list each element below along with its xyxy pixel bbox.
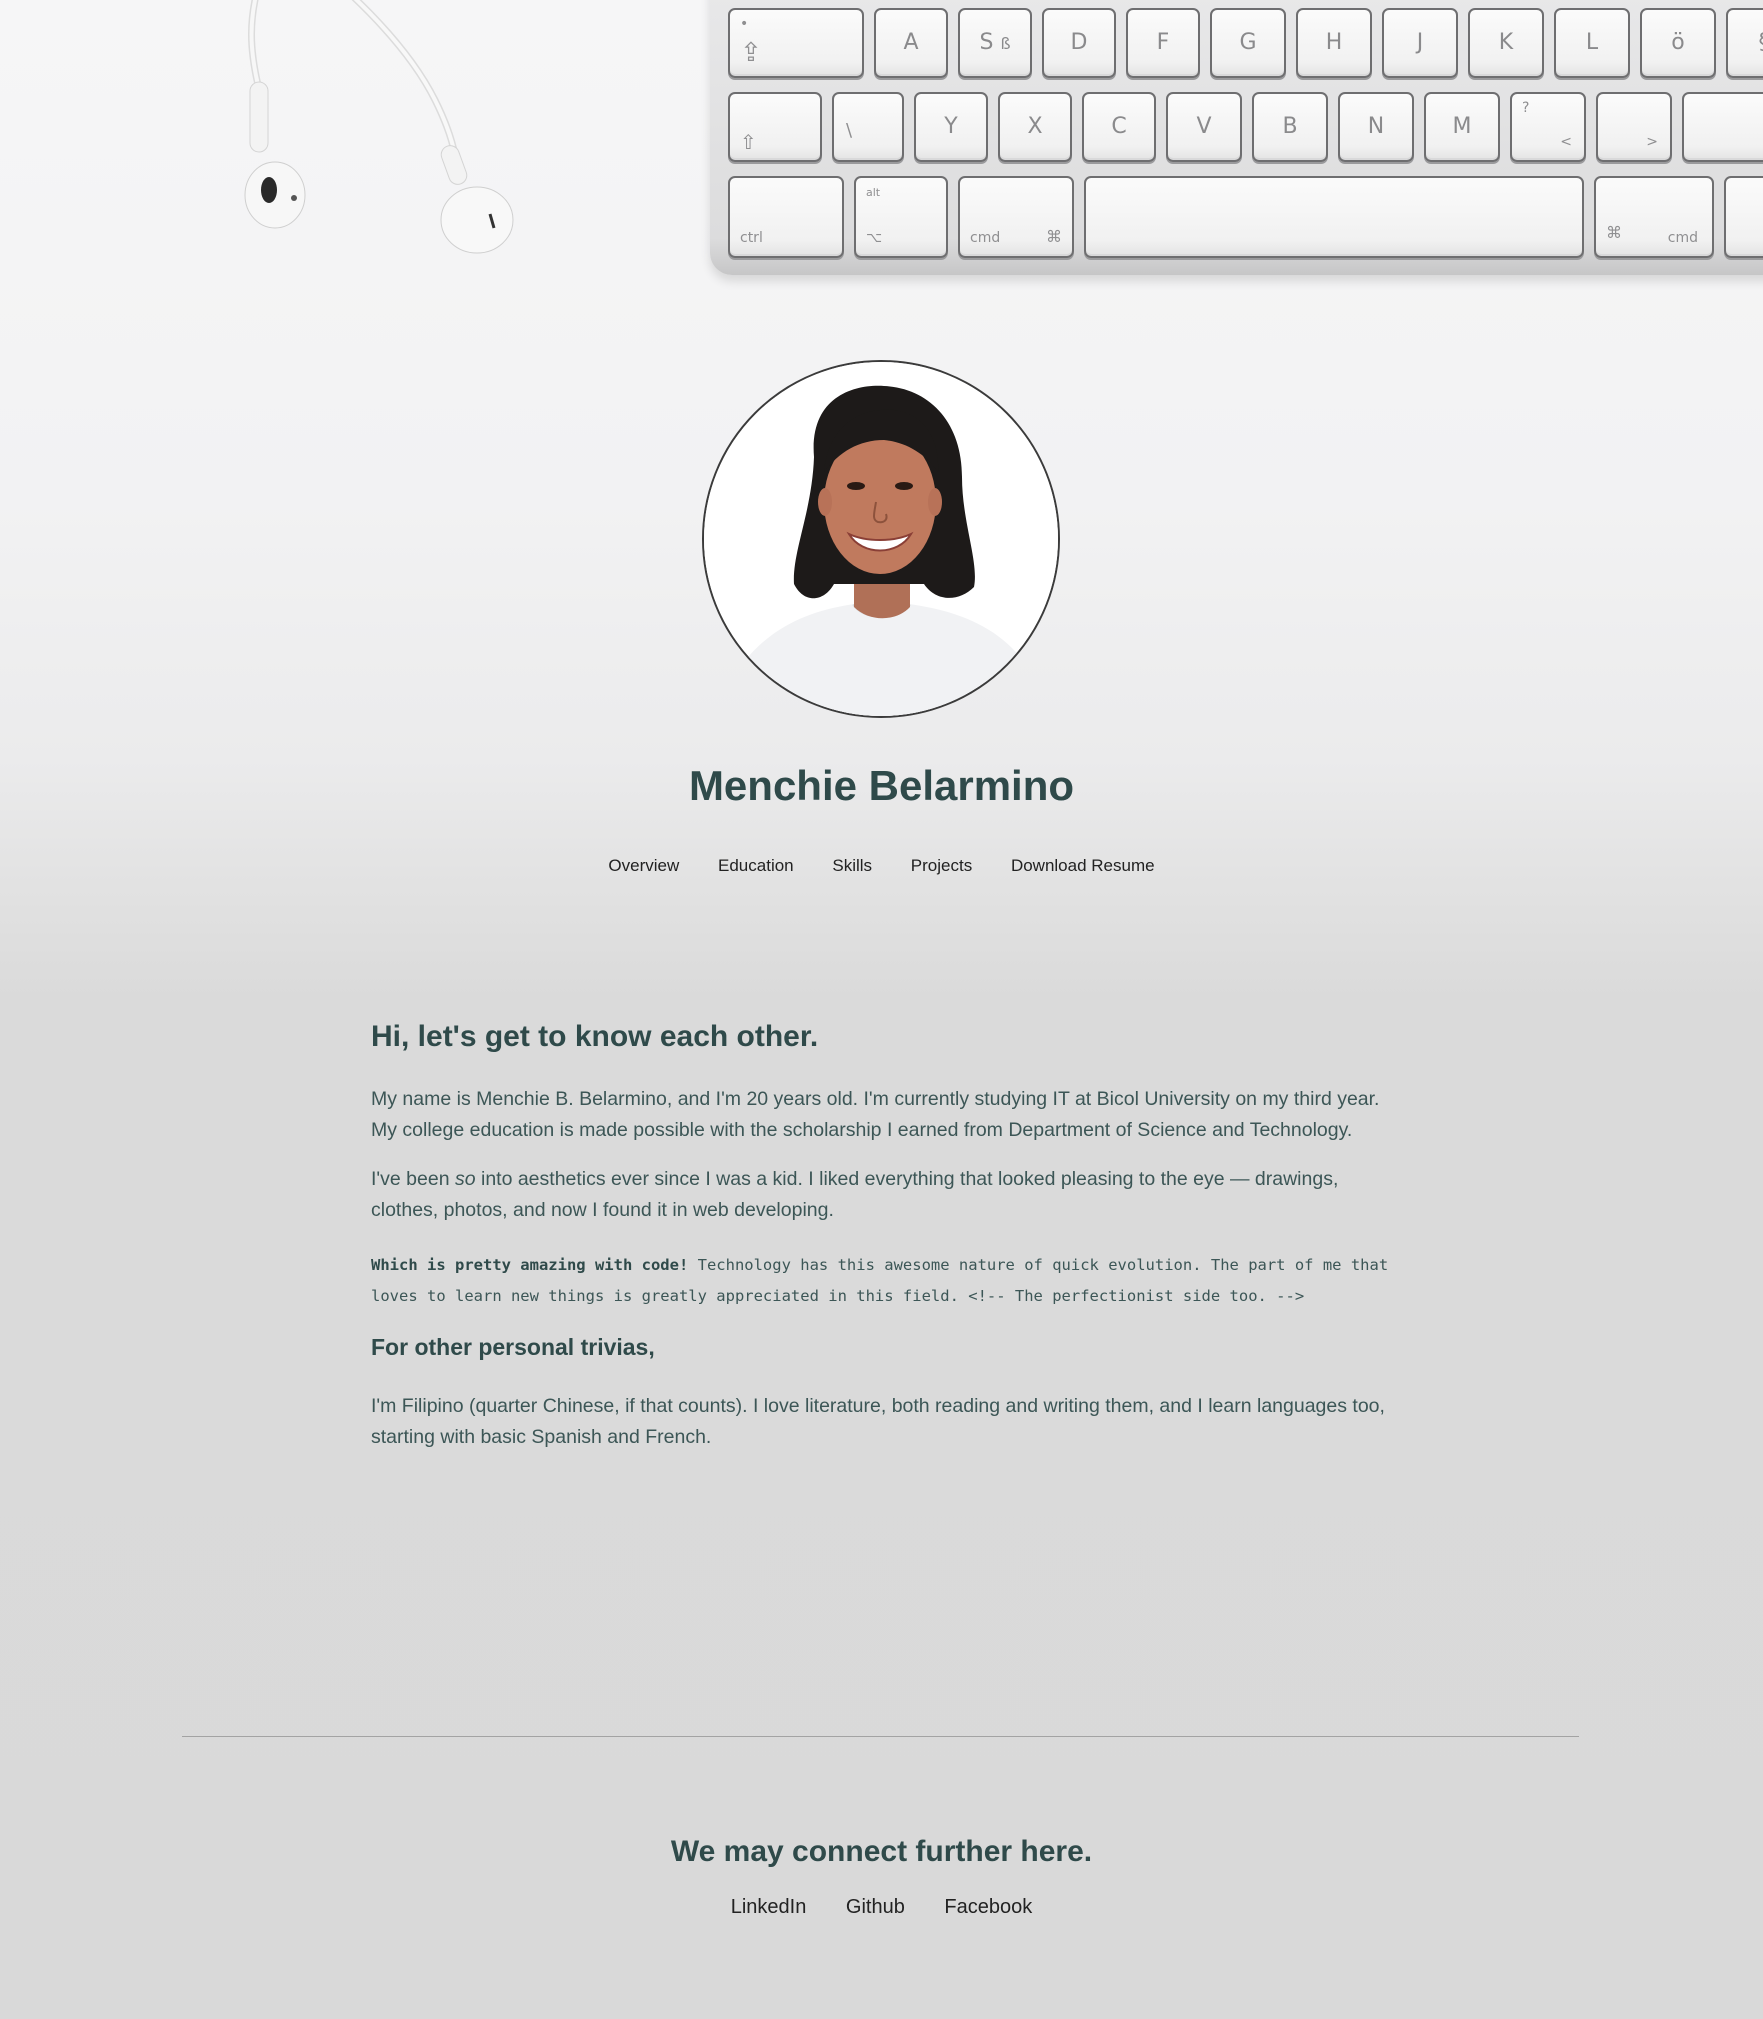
key-l: L <box>1554 8 1630 78</box>
keyboard-row-1: • ⇪ A S ß D F G H J K L ö § <box>728 8 1763 92</box>
cmd-key-right: ⌘ cmd <box>1594 176 1714 258</box>
emphasis-text: so <box>454 1168 476 1190</box>
earphones-image <box>244 0 514 254</box>
about-section: Hi, let's get to know each other. My nam… <box>371 1020 1391 1471</box>
shift-key: • ⇪ <box>728 8 864 78</box>
about-heading: Hi, let's get to know each other. <box>371 1020 819 1053</box>
nav-link-skills[interactable]: Skills <box>832 856 872 875</box>
key-h: H <box>1296 8 1372 78</box>
key-n: N <box>1338 92 1414 162</box>
nav-link-download-resume[interactable]: Download Resume <box>1011 856 1155 875</box>
key-f: F <box>1126 8 1200 78</box>
left-shift-key: ⇧ <box>728 92 822 162</box>
about-paragraph-intro: My name is Menchie B. Belarmino, and I'm… <box>371 1088 1380 1141</box>
about-paragraph-aesthetics: I've been so into aesthetics ever since … <box>371 1168 1339 1221</box>
key-x: X <box>998 92 1072 162</box>
key-m: M <box>1424 92 1500 162</box>
space-bar <box>1084 176 1584 258</box>
profile-photo <box>702 360 1060 718</box>
connect-heading: We may connect further here. <box>670 1835 1093 1868</box>
keyboard-row-3: ctrl alt ⌥ cmd ⌘ ⌘ cmd <box>728 176 1763 260</box>
keyboard-image: • ⇪ A S ß D F G H J K L ö § ⇧ \ Y X <box>710 0 1763 275</box>
key-question: ? < <box>1510 92 1586 162</box>
github-link[interactable]: Github <box>846 1896 905 1918</box>
nav-link-overview[interactable]: Overview <box>608 856 679 875</box>
key-y: Y <box>914 92 988 162</box>
key-o-umlaut: ö <box>1640 8 1716 78</box>
alt-key: alt ⌥ <box>854 176 948 258</box>
key-j: J <box>1382 8 1458 78</box>
key-b: B <box>1252 92 1328 162</box>
key-backslash: \ <box>832 92 904 162</box>
key-c: C <box>1082 92 1156 162</box>
key-v: V <box>1166 92 1242 162</box>
key-k: K <box>1468 8 1544 78</box>
key-a: A <box>874 8 948 78</box>
profile-name: Menchie Belarmino <box>688 762 1075 809</box>
social-links: LinkedIn Github Facebook <box>0 1896 1763 1919</box>
key-g: G <box>1210 8 1286 78</box>
key-greater: > <box>1596 92 1672 162</box>
nav-link-projects[interactable]: Projects <box>911 856 972 875</box>
facebook-link[interactable]: Facebook <box>944 1896 1032 1918</box>
section-divider <box>182 1736 1579 1737</box>
nav-link-education[interactable]: Education <box>718 856 794 875</box>
key-d: D <box>1042 8 1116 78</box>
key-section: § <box>1726 8 1763 78</box>
linkedin-link[interactable]: LinkedIn <box>731 1896 807 1918</box>
ctrl-key: ctrl <box>728 176 844 258</box>
profile-photo-illustration <box>704 362 1058 716</box>
right-shift-key <box>1682 92 1763 162</box>
arrow-key-cluster <box>1724 176 1763 258</box>
cmd-key-left: cmd ⌘ <box>958 176 1074 258</box>
main-nav: Overview Education Skills Projects Downl… <box>0 856 1763 876</box>
code-highlight: Which is pretty amazing with code! <box>371 1256 689 1274</box>
key-s: S ß <box>958 8 1032 78</box>
about-paragraph-code: Which is pretty amazing with code! Techn… <box>371 1256 1389 1305</box>
hero-background: • ⇪ A S ß D F G H J K L ö § ⇧ \ Y X <box>0 0 1763 290</box>
trivia-heading: For other personal trivias, <box>371 1334 655 1360</box>
keyboard-row-2: ⇧ \ Y X C V B N M ? < > <box>728 92 1763 176</box>
about-paragraph-trivia: I'm Filipino (quarter Chinese, if that c… <box>371 1395 1385 1448</box>
